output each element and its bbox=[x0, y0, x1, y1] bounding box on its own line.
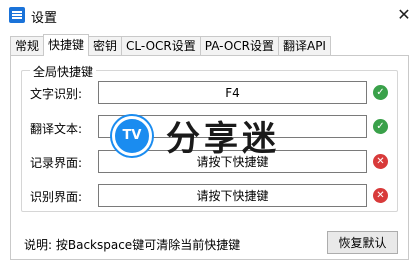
translate-status-ok-icon: ✓ bbox=[373, 119, 388, 134]
tab-bar: 常规 快捷键 密钥 CL-OCR设置 PA-OCR设置 翻译API bbox=[10, 34, 331, 56]
tab-general[interactable]: 常规 bbox=[10, 36, 45, 56]
app-icon bbox=[9, 7, 25, 23]
watermark-text: 分享迷 bbox=[166, 119, 280, 159]
ocr-status-ok-icon: ✓ bbox=[373, 85, 388, 100]
restore-defaults-button[interactable]: 恢复默认 bbox=[327, 231, 398, 254]
ocr-shortcut-field[interactable]: F4 bbox=[98, 81, 367, 104]
record-status-error-icon: ✕ bbox=[373, 154, 388, 169]
tab-cl-ocr-settings[interactable]: CL-OCR设置 bbox=[121, 36, 201, 56]
tab-pa-ocr-settings[interactable]: PA-OCR设置 bbox=[199, 36, 279, 56]
tab-shortcuts[interactable]: 快捷键 bbox=[43, 34, 90, 56]
recognize-status-error-icon: ✕ bbox=[373, 188, 388, 203]
tab-translate-api[interactable]: 翻译API bbox=[277, 36, 331, 56]
help-text: 说明: 按Backspace键可清除当前快捷键 bbox=[24, 238, 241, 252]
recognize-shortcut-field[interactable]: 请按下快捷键 bbox=[98, 184, 367, 207]
tab-keys[interactable]: 密钥 bbox=[88, 36, 123, 56]
recognize-shortcut-label: 识别界面: bbox=[30, 190, 83, 204]
group-title: 全局快捷键 bbox=[30, 63, 97, 80]
translate-shortcut-label: 翻译文本: bbox=[30, 122, 83, 136]
title-bar: 设置 ✕ bbox=[0, 0, 419, 30]
close-button[interactable]: ✕ bbox=[389, 0, 419, 28]
watermark: TV 分享迷 bbox=[112, 111, 280, 160]
record-shortcut-label: 记录界面: bbox=[30, 156, 83, 170]
window-title: 设置 bbox=[31, 11, 58, 26]
watermark-tv-icon: TV bbox=[112, 115, 152, 156]
ocr-shortcut-label: 文字识别: bbox=[30, 87, 83, 101]
